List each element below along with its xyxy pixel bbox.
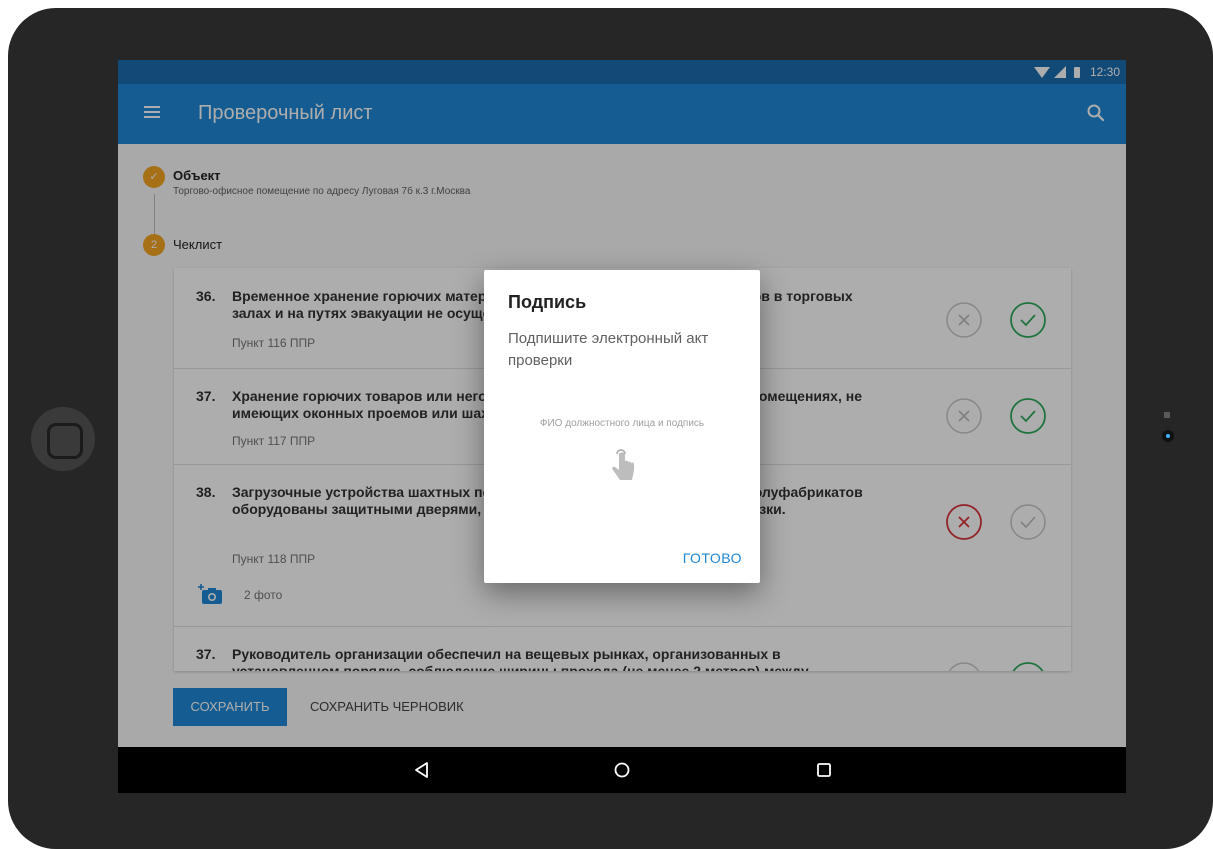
home-square-icon	[47, 423, 83, 459]
done-button[interactable]: ГОТОВО	[683, 550, 742, 566]
android-nav-bar	[118, 747, 1126, 793]
home-icon[interactable]	[612, 760, 632, 780]
recents-icon[interactable]	[814, 760, 834, 780]
front-camera	[1162, 430, 1174, 442]
dialog-message: Подпишите электронный акт проверки	[508, 330, 709, 369]
signature-dialog: Подпись Подпишите электронный акт провер…	[484, 270, 760, 583]
app-screen: 12:30 Проверочный лист ✓ Объект Торгово-…	[118, 60, 1126, 793]
back-icon[interactable]	[412, 760, 432, 780]
touch-hand-icon	[612, 449, 634, 480]
proximity-sensor	[1164, 412, 1170, 418]
signature-hint[interactable]: ФИО должностного лица и подпись	[484, 418, 760, 429]
camera-lens	[1166, 434, 1170, 438]
tablet-home-button[interactable]	[31, 407, 95, 471]
dialog-title: Подпись	[508, 292, 587, 312]
